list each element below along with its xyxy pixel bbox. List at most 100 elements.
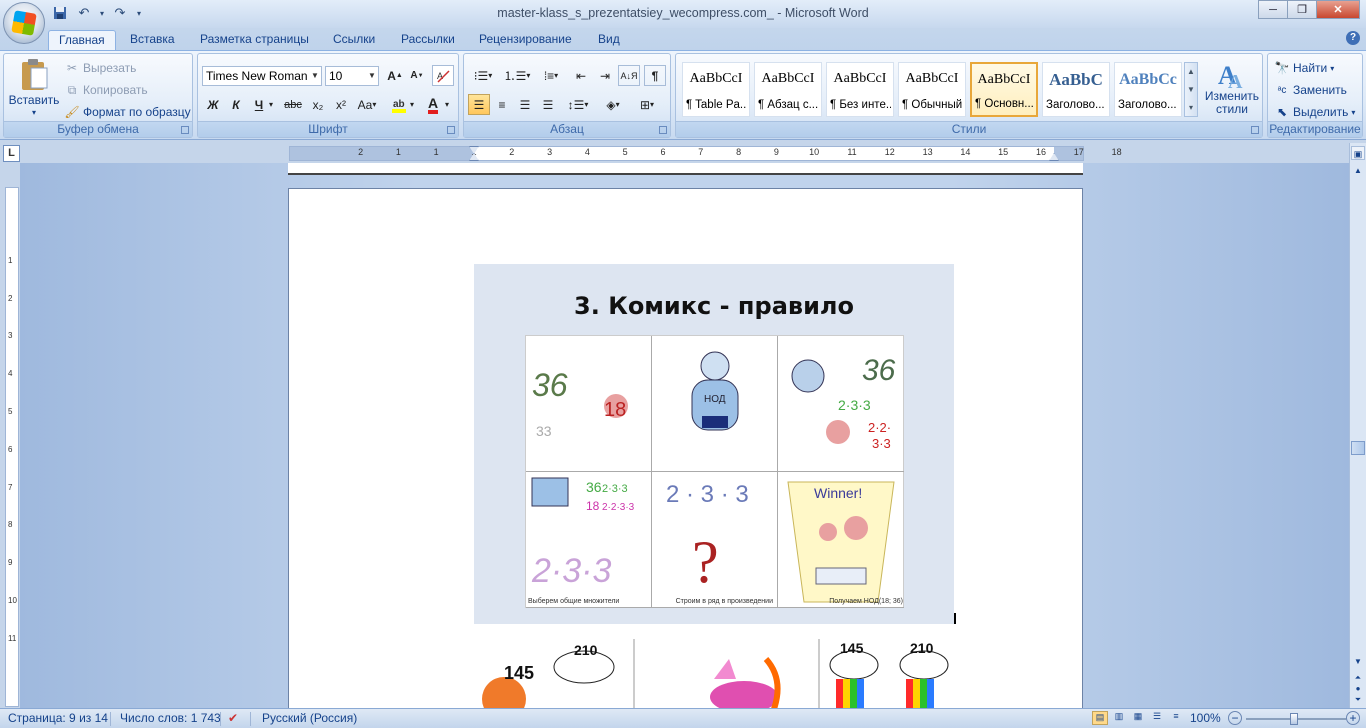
tab-selector-icon[interactable]: L (3, 145, 20, 162)
align-left-icon[interactable]: ☰ (468, 94, 490, 115)
format-painter-button[interactable]: 🖌 Формат по образцу (64, 104, 190, 120)
word-count[interactable]: Число слов: 1 743 (120, 711, 221, 725)
web-layout-icon[interactable]: ▦ (1130, 711, 1146, 725)
copy-button[interactable]: ⧉ Копировать (64, 82, 148, 98)
styles-more-icon[interactable]: ▾ (1185, 99, 1197, 116)
justify-icon[interactable]: ☰ (537, 94, 559, 115)
paste-dropdown-icon[interactable]: ▾ (32, 108, 36, 117)
style-normal[interactable]: AaBbCcI ¶ Обычный (898, 62, 966, 117)
grow-font-button[interactable]: A ▲ (384, 65, 406, 86)
style-table-paragraph[interactable]: AaBbCcI ¶ Table Pa... (682, 62, 750, 117)
svg-text:36: 36 (532, 367, 568, 403)
svg-text:18: 18 (586, 499, 600, 513)
tab-insert[interactable]: Вставка (120, 30, 185, 50)
strikethrough-button[interactable]: abc (282, 94, 304, 115)
italic-button[interactable]: К (225, 94, 247, 115)
zoom-in-icon[interactable]: + (1346, 711, 1360, 725)
minimize-button[interactable]: ─ (1258, 0, 1288, 19)
font-color-dropdown-icon[interactable]: ▾ (442, 94, 452, 115)
ruler-tick-label: 10 (809, 147, 820, 157)
decrease-indent-icon[interactable]: ⇤ (570, 65, 592, 86)
style-list-paragraph[interactable]: AaBbCcI ¶ Абзац с... (754, 62, 822, 117)
page-count[interactable]: Страница: 9 из 14 (8, 711, 108, 725)
style-body-text[interactable]: AaBbCcI ¶ Основн... (970, 62, 1038, 117)
replace-icon: ᵃc (1277, 84, 1287, 96)
ruler-toggle-icon[interactable]: ▣ (1351, 146, 1365, 160)
tab-mailings[interactable]: Рассылки (391, 30, 465, 50)
paragraph-launcher-icon[interactable] (659, 126, 667, 134)
scroll-down-icon[interactable]: ▼ (1351, 655, 1365, 669)
office-button[interactable] (3, 2, 45, 44)
borders-icon[interactable]: ⊞ ▾ (632, 94, 662, 115)
ruler-tick-label: 12 (884, 147, 895, 157)
scroll-up-icon[interactable]: ▲ (1351, 164, 1365, 178)
vertical-scrollbar[interactable]: ▣ ▲ ▼ ⏶ ● ⏷ (1349, 143, 1366, 708)
style-heading-1[interactable]: AaBbC Заголово... (1042, 62, 1110, 117)
tab-home[interactable]: Главная (48, 30, 116, 50)
cut-button[interactable]: ✂ Вырезать (64, 60, 136, 76)
vertical-ruler[interactable]: 1 2 3 4 5 6 7 8 9 10 11 (5, 187, 19, 707)
shrink-font-button[interactable]: A ▼ (406, 65, 428, 86)
tab-review[interactable]: Рецензирование (469, 30, 582, 50)
proofing-icon[interactable]: ✔︎ (228, 711, 238, 725)
next-page-icon[interactable]: ⏷ (1351, 695, 1365, 705)
paste-button[interactable]: Вставить ▾ (9, 58, 59, 117)
bold-button[interactable]: Ж (202, 94, 224, 115)
horizontal-ruler[interactable]: 211123456789101112131415161718 (289, 146, 1122, 161)
styles-gallery-scroll[interactable]: ▲ ▼ ▾ (1184, 62, 1198, 117)
superscript-button[interactable]: x² (330, 94, 352, 115)
slide-image[interactable]: 3. Комикс - правило 36 18 33 НОД 36 2·3·3 2·… (474, 264, 954, 624)
clipboard-launcher-icon[interactable] (181, 126, 189, 134)
style-no-spacing[interactable]: AaBbCcI ¶ Без инте... (826, 62, 894, 117)
numbering-button[interactable]: ⒈☰ ▾ (502, 65, 532, 86)
change-styles-button[interactable]: AA Изменить стили (1204, 60, 1260, 116)
align-right-icon[interactable]: ☰ (514, 94, 536, 115)
language[interactable]: Русский (Россия) (262, 711, 357, 725)
font-size-combo[interactable]: 10 ▼ (325, 66, 379, 86)
select-browse-object-icon[interactable]: ● (1351, 684, 1365, 694)
replace-button[interactable]: ᵃc Заменить (1274, 82, 1347, 98)
scroll-thumb[interactable] (1351, 441, 1365, 455)
font-launcher-icon[interactable] (447, 126, 455, 134)
restore-button[interactable]: ❐ (1287, 0, 1317, 19)
align-center-icon[interactable]: ≡ (491, 94, 513, 115)
find-button[interactable]: 🔭 Найти ▾ (1274, 60, 1335, 76)
zoom-out-icon[interactable]: − (1228, 711, 1242, 725)
sort-icon[interactable]: A↓Я (618, 65, 640, 86)
full-screen-reading-icon[interactable]: ▥ (1111, 711, 1127, 725)
draft-icon[interactable]: ≡ (1168, 711, 1184, 725)
help-icon[interactable]: ? (1346, 31, 1360, 45)
change-case-button[interactable]: Aa ▾ (356, 94, 378, 115)
line-spacing-icon[interactable]: ↕☰ ▾ (564, 94, 592, 115)
increase-indent-icon[interactable]: ⇥ (594, 65, 616, 86)
styles-scroll-down-icon[interactable]: ▼ (1185, 81, 1197, 99)
styles-scroll-up-icon[interactable]: ▲ (1185, 63, 1197, 81)
font-name-combo[interactable]: Times New Roman ▼ (202, 66, 322, 86)
font-size-dropdown-icon[interactable]: ▼ (366, 67, 378, 85)
outline-icon[interactable]: ☰ (1149, 711, 1165, 725)
font-color-button[interactable]: A (422, 94, 444, 115)
styles-launcher-icon[interactable] (1251, 126, 1259, 134)
underline-dropdown-icon[interactable]: ▾ (266, 94, 276, 115)
previous-page-icon[interactable]: ⏶ (1351, 673, 1365, 683)
font-name-dropdown-icon[interactable]: ▼ (309, 67, 321, 85)
shading-icon[interactable]: ◈ ▾ (598, 94, 628, 115)
multilevel-list-button[interactable]: ⁞≡ ▾ (536, 65, 566, 86)
tab-references[interactable]: Ссылки (323, 30, 385, 50)
zoom-slider-thumb[interactable] (1290, 713, 1298, 725)
close-button[interactable]: ✕ (1316, 0, 1360, 19)
bullets-button[interactable]: ⁝☰ ▾ (468, 65, 498, 86)
print-layout-icon[interactable]: ▤ (1092, 711, 1108, 725)
clear-format-icon[interactable]: A (432, 65, 454, 86)
tab-view[interactable]: Вид (588, 30, 630, 50)
subscript-button[interactable]: x₂ (307, 94, 329, 115)
select-button[interactable]: ⬉ Выделить ▾ (1274, 104, 1355, 120)
style-heading-2[interactable]: AaBbCc Заголово... (1114, 62, 1182, 117)
document-page[interactable]: 3. Комикс - правило 36 18 33 НОД 36 2·3·3 2·… (288, 188, 1083, 708)
zoom-level[interactable]: 100% (1190, 711, 1221, 725)
paragraph-group-label: Абзац (464, 121, 670, 137)
svg-text:НОД: НОД (704, 394, 726, 405)
show-formatting-icon[interactable]: ¶ (644, 65, 666, 86)
tab-page-layout[interactable]: Разметка страницы (190, 30, 319, 50)
highlight-dropdown-icon[interactable]: ▾ (407, 94, 417, 115)
